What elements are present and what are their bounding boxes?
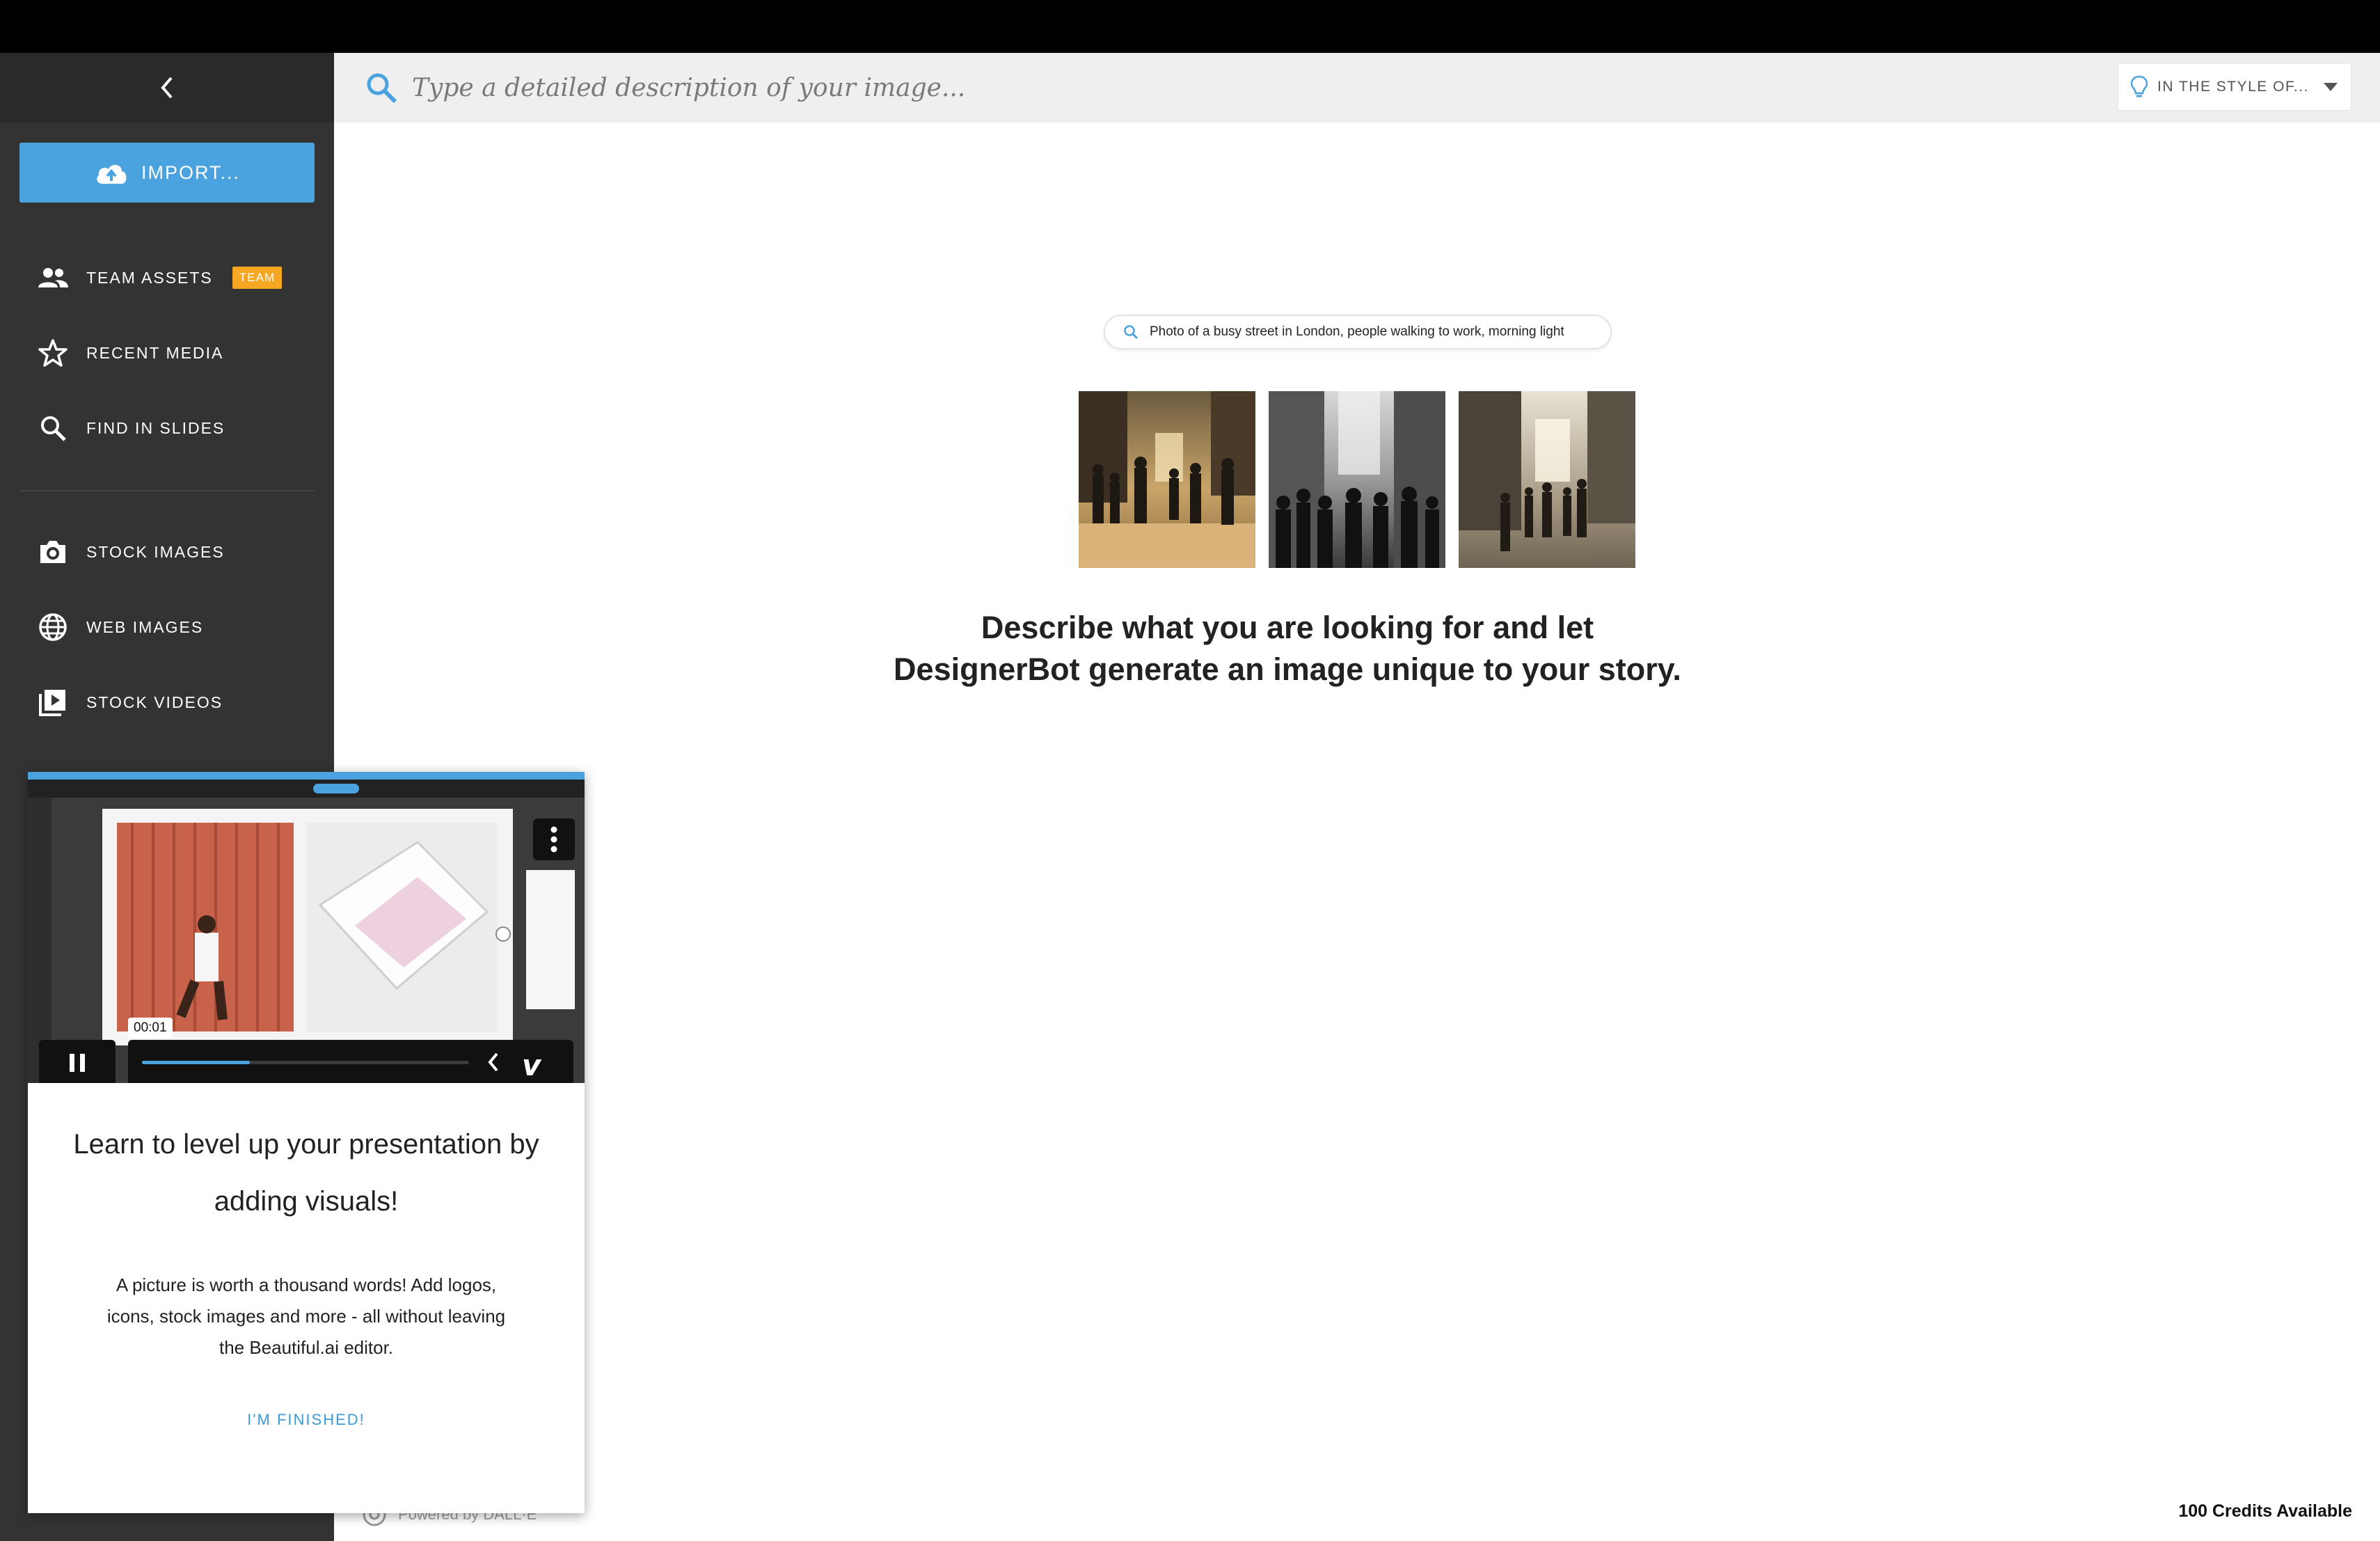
style-dropdown[interactable]: IN THE STYLE OF... — [2118, 63, 2351, 111]
style-dropdown-label: IN THE STYLE OF... — [2157, 79, 2309, 95]
pause-button[interactable] — [39, 1040, 116, 1083]
caret-down-icon — [2324, 83, 2338, 91]
sidebar-item-stock-images[interactable]: STOCK IMAGES — [36, 531, 225, 573]
finish-button[interactable]: I'M FINISHED! — [28, 1411, 585, 1429]
search-icon — [36, 411, 70, 445]
sidebar-item-recent-media[interactable]: RECENT MEDIA — [36, 332, 223, 374]
video-progress-fill — [142, 1061, 251, 1064]
tutorial-video[interactable]: 00:01 v — [28, 780, 585, 1083]
popup-body: A picture is worth a thousand words! Add… — [106, 1274, 506, 1358]
video-timecode: 00:01 — [128, 1018, 173, 1038]
sidebar-item-label: RECENT MEDIA — [86, 343, 224, 362]
sidebar-item-label: WEB IMAGES — [86, 617, 204, 636]
cloud-upload-icon — [97, 164, 127, 184]
lightbulb-icon — [2131, 75, 2148, 97]
sidebar-item-label: TEAM ASSETS — [86, 268, 213, 287]
video-progress-track[interactable] — [142, 1061, 469, 1064]
camera-icon — [36, 535, 70, 569]
example-prompt-text: Photo of a busy street in London, people… — [1150, 324, 1564, 339]
example-image — [1269, 391, 1445, 568]
import-label: IMPORT... — [141, 161, 241, 183]
pause-icon — [70, 1054, 85, 1072]
image-description-input[interactable] — [412, 68, 2013, 107]
people-icon — [36, 261, 70, 294]
window-top-bar — [0, 0, 2380, 53]
sidebar-item-stock-videos[interactable]: STOCK VIDEOS — [36, 681, 223, 723]
tutorial-popup: 00:01 v Learn to level up your presentat… — [28, 772, 585, 1513]
popup-accent-bar — [28, 772, 585, 780]
star-icon — [36, 336, 70, 370]
globe-icon — [36, 610, 70, 644]
more-vertical-icon — [550, 826, 557, 853]
team-badge: TEAM — [232, 267, 282, 289]
image-search-bar: IN THE STYLE OF... — [334, 53, 2380, 123]
example-image — [1459, 391, 1635, 568]
video-controls: v — [128, 1040, 573, 1083]
sidebar-item-label: STOCK IMAGES — [86, 542, 225, 561]
sidebar-item-find-in-slides[interactable]: FIND IN SLIDES — [36, 407, 225, 449]
sidebar-item-team-assets[interactable]: TEAM ASSETS TEAM — [36, 257, 282, 299]
popup-title: Learn to level up your presentation by a… — [73, 1129, 539, 1217]
example-image — [1079, 391, 1255, 568]
sidebar-item-label: FIND IN SLIDES — [86, 418, 225, 437]
sidebar-item-label: STOCK VIDEOS — [86, 693, 223, 711]
video-icon — [36, 686, 70, 719]
vimeo-logo-icon[interactable]: v — [522, 1048, 541, 1082]
search-icon — [1124, 325, 1139, 340]
search-icon — [367, 73, 397, 104]
main-panel: IN THE STYLE OF... Photo of a busy stree… — [334, 53, 2380, 1541]
sidebar-item-web-images[interactable]: WEB IMAGES — [36, 606, 203, 648]
sidebar-divider — [19, 490, 315, 491]
sidebar-collapse-button[interactable] — [0, 53, 334, 123]
chevron-left-icon[interactable] — [486, 1051, 500, 1073]
example-prompt: Photo of a busy street in London, people… — [1104, 315, 1612, 349]
chevron-left-icon — [161, 77, 173, 99]
import-button[interactable]: IMPORT... — [19, 143, 315, 203]
credits-available: 100 Credits Available — [2178, 1501, 2352, 1521]
video-more-button[interactable] — [533, 819, 575, 860]
video-frame — [28, 780, 585, 1083]
designerbot-headline: Describe what you are looking for and le… — [894, 610, 1681, 687]
